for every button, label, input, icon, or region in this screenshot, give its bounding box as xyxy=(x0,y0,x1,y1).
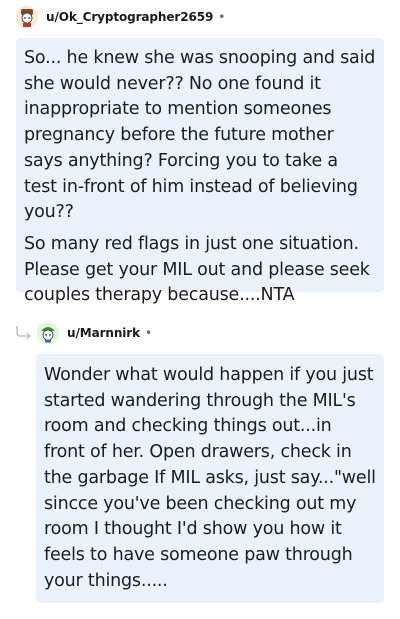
comment-header: u/Ok_Cryptographer2659 • xyxy=(16,5,225,29)
username[interactable]: u/Marnnirk xyxy=(67,326,140,340)
reply-thread-icon xyxy=(16,326,31,340)
comment-body: Wonder what would happen if you just sta… xyxy=(36,354,384,603)
snoo-avatar-icon xyxy=(16,6,38,28)
separator-dot: • xyxy=(218,10,226,24)
comment-paragraph: So... he knew she was snooping and said … xyxy=(24,48,376,223)
comment-paragraph: Wonder what would happen if you just sta… xyxy=(44,365,376,591)
comment-body: So... he knew she was snooping and said … xyxy=(16,38,384,305)
user-avatar[interactable] xyxy=(37,322,59,344)
snoo-avatar-icon xyxy=(37,322,59,344)
comment-header: u/Marnnirk • xyxy=(37,321,152,345)
separator-dot: • xyxy=(144,326,153,340)
username[interactable]: u/Ok_Cryptographer2659 xyxy=(46,10,213,24)
user-avatar[interactable] xyxy=(16,6,38,28)
comment-paragraph: So many red flags in just one situation.… xyxy=(24,233,370,306)
